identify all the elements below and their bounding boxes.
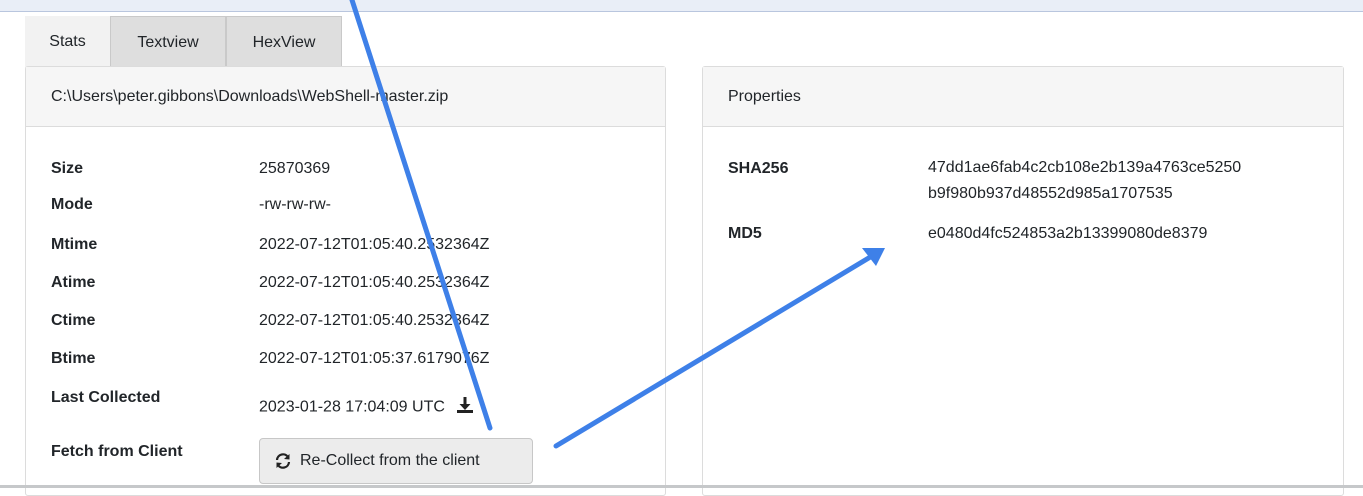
atime-value: 2022-07-12T01:05:40.2532364Z: [259, 274, 490, 291]
btime-label: Btime: [51, 350, 96, 367]
last-collected-row: 2023-01-28 17:04:09 UTC: [259, 395, 475, 420]
last-collected-value: 2023-01-28 17:04:09 UTC: [259, 398, 445, 416]
sha256-line-1: 47dd1ae6fab4c2cb108e2b139a4763ce5250: [928, 159, 1242, 176]
md5-value: e0480d4fc524853a2b13399080de8379: [928, 225, 1208, 242]
recollect-button-label: Re-Collect from the client: [300, 452, 480, 469]
mtime-value: 2022-07-12T01:05:40.2532364Z: [259, 236, 490, 253]
size-value: 25870369: [259, 160, 331, 177]
refresh-icon: [275, 453, 291, 469]
download-icon[interactable]: [455, 395, 475, 420]
fetch-from-client-label: Fetch from Client: [51, 443, 183, 460]
btime-value: 2022-07-12T01:05:37.6179076Z: [259, 350, 490, 367]
sha256-label: SHA256: [728, 160, 789, 177]
tab-textview[interactable]: Textview: [110, 16, 226, 68]
properties-panel: Properties: [702, 66, 1344, 496]
tab-hexview[interactable]: HexView: [226, 16, 342, 68]
mode-label: Mode: [51, 196, 93, 213]
top-bar: [0, 0, 1363, 12]
last-collected-label: Last Collected: [51, 389, 161, 406]
ctime-label: Ctime: [51, 312, 96, 329]
properties-header: Properties: [703, 67, 1343, 127]
recollect-button[interactable]: Re-Collect from the client: [259, 438, 533, 484]
ctime-value: 2022-07-12T01:05:40.2532364Z: [259, 312, 490, 329]
size-label: Size: [51, 160, 84, 177]
file-path-header: C:\Users\peter.gibbons\Downloads\WebShel…: [26, 67, 665, 127]
tab-stats[interactable]: Stats: [25, 16, 110, 68]
sha256-line-2: b9f980b937d48552d985a1707535: [928, 185, 1173, 202]
sha256-value: 47dd1ae6fab4c2cb108e2b139a4763ce5250 b9f…: [928, 155, 1241, 207]
tab-bar: Stats Textview HexView: [25, 16, 342, 68]
mode-value: -rw-rw-rw-: [259, 196, 331, 213]
mtime-label: Mtime: [51, 236, 98, 253]
md5-label: MD5: [728, 225, 762, 242]
atime-label: Atime: [51, 274, 96, 291]
